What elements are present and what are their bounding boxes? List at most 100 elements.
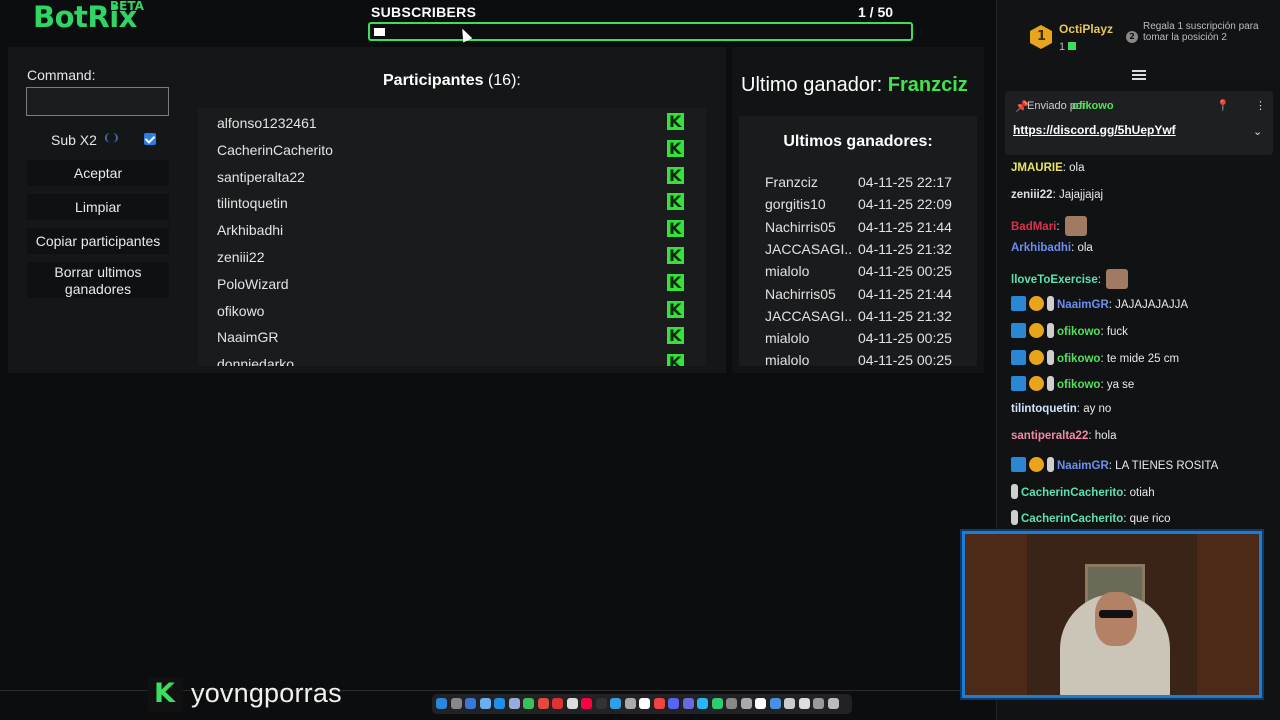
- dock-app-icon[interactable]: [740, 698, 752, 709]
- dock-app-icon[interactable]: [465, 698, 476, 709]
- dock-app-icon[interactable]: [769, 698, 781, 709]
- winner-row: mialolo 04-11-25 00:25: [765, 349, 975, 366]
- participant-row[interactable]: PoloWizard: [198, 270, 706, 297]
- delete-winners-button[interactable]: Borrar ultimos ganadores: [27, 262, 169, 298]
- chat-username[interactable]: CacherinCacherito: [1021, 513, 1123, 525]
- dock-app-icon[interactable]: [610, 698, 621, 709]
- chat-message: lloveToExercise:: [1011, 269, 1129, 290]
- chat-username[interactable]: BadMari: [1011, 221, 1056, 233]
- participants-list[interactable]: alfonso1232461 CacherinCacherito santipera…: [198, 108, 706, 366]
- dock-app-icon[interactable]: [581, 698, 592, 709]
- participant-row[interactable]: donniedarko: [198, 350, 706, 366]
- dock-app-icon[interactable]: [813, 698, 824, 709]
- chat-username[interactable]: CacherinCacherito: [1021, 487, 1123, 499]
- chat-username[interactable]: NaaimGR: [1057, 299, 1109, 311]
- participant-row[interactable]: ofikowo: [198, 297, 706, 324]
- participant-name: Arkhibadhi: [217, 222, 284, 239]
- kick-platform-icon: [667, 326, 684, 345]
- winner-name: mialolo: [765, 352, 810, 366]
- winner-row: JACCASAGI... 04-11-25 21:32: [765, 238, 975, 260]
- dock-app-icon[interactable]: [653, 698, 665, 709]
- dock-app-icon[interactable]: [682, 698, 694, 709]
- chat-message: ofikowo: ya se: [1011, 376, 1134, 396]
- chat-text: fuck: [1106, 325, 1128, 338]
- dock-app-icon[interactable]: [508, 698, 520, 709]
- dock-app-icon[interactable]: [639, 698, 650, 709]
- gift-badge-icon: [1047, 322, 1054, 338]
- participant-name: alfonso1232461: [217, 115, 317, 131]
- chat-username[interactable]: tilintoquetin: [1011, 403, 1077, 415]
- chat-username[interactable]: Arkhibadhi: [1011, 242, 1071, 254]
- dock-app-icon[interactable]: [827, 698, 839, 709]
- dock-app-icon[interactable]: [566, 698, 578, 709]
- chat-username[interactable]: santiperalta22: [1011, 430, 1088, 442]
- chat-text: LA TIENES ROSITA: [1115, 459, 1219, 472]
- clear-button[interactable]: Limpiar: [27, 194, 169, 220]
- winner-date: 04-11-25 21:32: [858, 307, 952, 324]
- dock-app-icon[interactable]: [755, 698, 766, 709]
- chat-message: CacherinCacherito: otiah: [1011, 483, 1155, 504]
- chat-message: ofikowo: te mide 25 cm: [1011, 349, 1179, 370]
- kick-platform-icon: [667, 166, 684, 185]
- dock-app-icon[interactable]: [494, 698, 505, 709]
- subscribers-progress-fill: [374, 28, 385, 36]
- dock-app-icon[interactable]: [552, 698, 563, 709]
- chat-username[interactable]: lloveToExercise: [1011, 274, 1098, 286]
- winner-row: Nachirris05 04-11-25 21:44: [765, 283, 975, 305]
- menu-icon[interactable]: [1132, 70, 1146, 80]
- chat-username[interactable]: zeniii22: [1011, 189, 1053, 201]
- pinned-link[interactable]: https://discord.gg/5hUepYwf: [1013, 123, 1176, 137]
- dock-app-icon[interactable]: [798, 698, 810, 709]
- dock-app-icon[interactable]: [784, 698, 795, 709]
- chat-username[interactable]: ofikowo: [1057, 353, 1100, 365]
- dock-app-icon[interactable]: [697, 698, 708, 709]
- accept-button[interactable]: Aceptar: [27, 160, 169, 186]
- kick-platform-icon: [667, 219, 684, 238]
- winners-list[interactable]: Ultimos ganadores: Franzciz 04-11-25 22:1…: [739, 116, 977, 366]
- dock-app-icon[interactable]: [537, 698, 549, 709]
- delete-winners-line1: Borrar ultimos: [54, 264, 142, 280]
- emote-icon: [1064, 215, 1087, 236]
- pinned-user[interactable]: ofikowo: [1072, 100, 1114, 112]
- chat-message: ofikowo: fuck: [1011, 322, 1128, 343]
- command-input[interactable]: [26, 87, 169, 116]
- gifter-name[interactable]: OctiPlayz: [1059, 22, 1113, 36]
- dock-app-icon[interactable]: [479, 698, 491, 709]
- winner-date: 04-11-25 21:44: [858, 218, 952, 235]
- more-icon[interactable]: ⋮: [1255, 99, 1266, 112]
- dock-app-icon[interactable]: [711, 698, 723, 709]
- webcam-bookshelf: [965, 534, 1027, 695]
- dock-app-icon[interactable]: [726, 698, 737, 709]
- dock-app-icon[interactable]: [450, 698, 462, 709]
- participant-row[interactable]: tilintoquetin: [198, 189, 706, 216]
- winner-name: JACCASAGI...: [765, 240, 851, 257]
- dock-app-icon[interactable]: [595, 698, 607, 709]
- dock-app-icon[interactable]: [624, 698, 636, 709]
- dock-app-icon[interactable]: [523, 698, 534, 709]
- participant-row[interactable]: zeniii22: [198, 243, 706, 270]
- gift-badge-icon: [1011, 483, 1018, 499]
- subscribers-count: 1 / 50: [858, 4, 894, 20]
- participant-row[interactable]: alfonso1232461: [198, 109, 706, 136]
- unpin-icon[interactable]: 📍: [1216, 99, 1230, 112]
- gift-leaderboard: 1 OctiPlayz 1 2 Regala 1 suscripción par…: [997, 0, 1280, 82]
- webcam-overlay: [962, 531, 1262, 698]
- participant-row[interactable]: Arkhibadhi: [198, 216, 706, 243]
- chat-username[interactable]: ofikowo: [1057, 326, 1100, 338]
- dock-app-icon[interactable]: [436, 698, 447, 709]
- participant-row[interactable]: CacherinCacherito: [198, 136, 706, 163]
- winner-name: mialolo: [765, 330, 810, 347]
- mac-dock[interactable]: [432, 694, 852, 714]
- gift-prompt[interactable]: Regala 1 suscripción para tomar la posic…: [1143, 21, 1273, 43]
- chat-username[interactable]: JMAURIE: [1011, 162, 1063, 174]
- chevron-down-icon[interactable]: ⌄: [1253, 125, 1262, 138]
- chat-username[interactable]: NaaimGR: [1057, 460, 1109, 472]
- participant-row[interactable]: santiperalta22: [198, 163, 706, 190]
- subscriber-badge-icon: [1029, 296, 1044, 311]
- participant-row[interactable]: NaaimGR: [198, 323, 706, 350]
- chat-username[interactable]: ofikowo: [1057, 379, 1100, 391]
- moderator-badge-icon: [1011, 456, 1026, 472]
- dock-app-icon[interactable]: [668, 698, 679, 709]
- copy-participants-button[interactable]: Copiar participantes: [27, 228, 169, 254]
- subx2-checkbox[interactable]: [144, 133, 156, 145]
